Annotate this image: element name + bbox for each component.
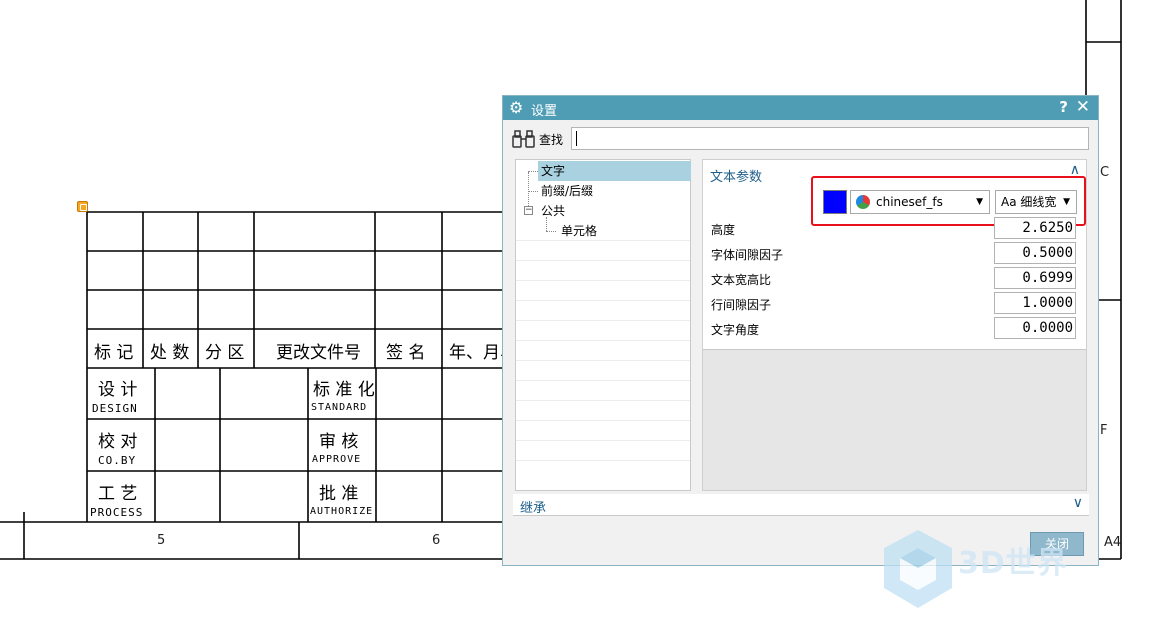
role-approve-cn: 审 核 (319, 432, 359, 452)
param-label: 文字角度 (711, 323, 760, 337)
header-count: 处 数 (150, 343, 190, 363)
header-change-doc: 更改文件号 (276, 343, 361, 363)
param-row-char-spacing: 字体间隙因子 0.5000 (711, 242, 1083, 264)
tree-connector (546, 231, 556, 232)
header-zone: 分 区 (205, 343, 245, 363)
role-check-en: CO.BY (98, 454, 137, 467)
char-spacing-input[interactable]: 0.5000 (994, 242, 1076, 264)
role-authorize-en: AUTHORIZE (310, 506, 374, 517)
anchor-handle[interactable] (77, 201, 88, 212)
dialog-title: 设置 (531, 104, 558, 119)
zone-number-5: 5 (157, 533, 166, 548)
header-signature: 签 名 (386, 343, 426, 363)
param-label: 行间隙因子 (711, 298, 772, 312)
role-standard-en: STANDARD (311, 402, 368, 413)
help-button[interactable]: ? (1059, 98, 1068, 116)
tree-item-text[interactable]: 文字 (538, 161, 691, 181)
tree-empty-row (516, 280, 690, 300)
param-row-aspect-ratio: 文本宽高比 0.6999 (711, 267, 1083, 289)
tree-empty-row (516, 440, 690, 460)
close-icon[interactable]: ✕ (1076, 97, 1090, 117)
tree-connector (528, 172, 529, 208)
role-authorize-cn: 批 准 (319, 484, 359, 504)
chevron-down-icon[interactable]: ∨ (1073, 495, 1083, 511)
tree-item-common[interactable]: 公共 (538, 201, 568, 221)
tree-empty-row (516, 380, 690, 400)
height-input[interactable]: 2.6250 (994, 217, 1076, 239)
aspect-ratio-input[interactable]: 0.6999 (994, 267, 1076, 289)
zone-letter-c: C (1100, 165, 1110, 180)
tree-item-prefix-suffix[interactable]: 前缀/后缀 (538, 181, 596, 201)
tree-item-cell[interactable]: 单元格 (558, 221, 600, 241)
tree-empty-row (516, 360, 690, 380)
tree-empty-row (516, 460, 690, 480)
find-label: 查找 (539, 133, 564, 147)
role-design-en: DESIGN (92, 402, 138, 415)
inherit-section[interactable]: 继承 ∨ (513, 494, 1089, 516)
tree-collapse-icon[interactable]: − (524, 206, 533, 215)
param-row-angle: 文字角度 0.0000 (711, 317, 1083, 339)
watermark-text: 3D世界 (958, 546, 1068, 581)
settings-tree: − 文字 前缀/后缀 公共 单元格 (515, 159, 691, 491)
cube-logo-icon (884, 530, 952, 608)
watermark: 3D世界 (880, 526, 1130, 612)
role-approve-en: APPROVE (312, 454, 362, 465)
binoculars-icon (512, 130, 535, 148)
tree-connector (528, 171, 538, 172)
param-row-line-spacing: 行间隙因子 1.0000 (711, 292, 1083, 314)
gear-icon: ⚙ (509, 98, 524, 117)
param-label: 文本宽高比 (711, 273, 772, 287)
settings-dialog: ⚙ 设置 ? ✕ 查找 − 文字 前缀/后缀 公共 单元格 文本参数 ∧ chi… (502, 95, 1099, 566)
role-design-cn: 设 计 (98, 380, 138, 400)
header-mark: 标 记 (94, 343, 134, 363)
text-params-panel: 文本参数 ∧ chinesef_fs ▼ Aa 细线宽 ▼ 高度 2.6250 … (702, 159, 1087, 491)
inherit-label: 继承 (520, 501, 547, 516)
param-label: 字体间隙因子 (711, 248, 784, 262)
role-process-cn: 工 艺 (98, 484, 138, 504)
param-row-height: 高度 2.6250 (711, 217, 1083, 239)
role-standard-cn: 标 准 化 (313, 380, 375, 400)
tree-empty-row (516, 260, 690, 280)
text-params-title: 文本参数 (710, 170, 763, 185)
tree-empty-row (516, 420, 690, 440)
zone-letter-f: F (1100, 423, 1108, 438)
tree-connector (528, 191, 538, 192)
text-angle-input[interactable]: 0.0000 (994, 317, 1076, 339)
find-bar: 查找 (511, 127, 1091, 151)
find-input[interactable] (571, 127, 1089, 150)
text-params-group: 文本参数 ∧ chinesef_fs ▼ Aa 细线宽 ▼ 高度 2.6250 … (703, 160, 1086, 350)
role-process-en: PROCESS (90, 506, 144, 519)
line-spacing-input[interactable]: 1.0000 (994, 292, 1076, 314)
tree-empty-row (516, 400, 690, 420)
role-check-cn: 校 对 (98, 432, 138, 452)
tree-empty-row (516, 240, 690, 260)
param-label: 高度 (711, 223, 736, 237)
tree-empty-row (516, 340, 690, 360)
tree-empty-row (516, 300, 690, 320)
text-caret (576, 131, 577, 146)
dialog-titlebar[interactable]: ⚙ 设置 ? ✕ (503, 96, 1098, 120)
zone-number-6: 6 (432, 533, 441, 548)
tree-empty-row (516, 320, 690, 340)
